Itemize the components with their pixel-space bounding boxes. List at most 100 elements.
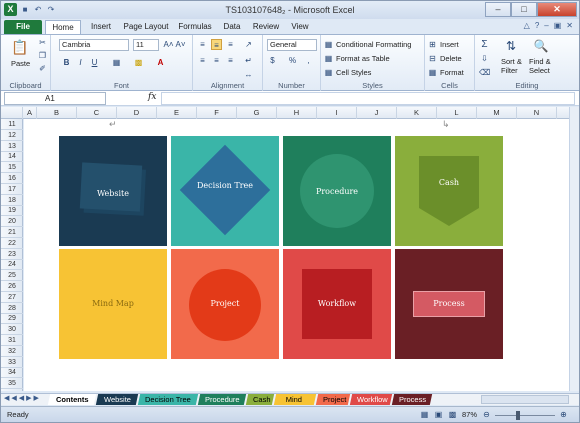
row-header-15[interactable]: 15	[1, 162, 23, 174]
tile-procedure[interactable]: Procedure	[283, 136, 391, 246]
tab-file[interactable]: File	[4, 20, 42, 34]
row-header-26[interactable]: 26	[1, 281, 23, 292]
row-header-35[interactable]: 35	[1, 378, 23, 390]
copy-icon[interactable]: ❐	[37, 50, 48, 61]
column-header-h[interactable]: H	[277, 107, 317, 119]
currency-button[interactable]: $	[267, 55, 278, 66]
wrap-text-icon[interactable]: ↵	[243, 55, 254, 66]
row-header-13[interactable]: 13	[1, 141, 23, 152]
number-format-select[interactable]: General	[267, 39, 317, 51]
tab-insert[interactable]: Insert	[85, 20, 117, 34]
row-header-21[interactable]: 21	[1, 227, 23, 238]
tile-project[interactable]: Project	[171, 249, 279, 359]
row-header-23[interactable]: 23	[1, 249, 23, 260]
column-header-d[interactable]: D	[117, 107, 157, 119]
row-header-29[interactable]: 29	[1, 313, 23, 325]
comma-button[interactable]: ,	[303, 55, 314, 66]
sheet-tab-contents[interactable]: Contents	[47, 394, 97, 405]
filter-button[interactable]: Filter	[501, 66, 518, 75]
tile-workflow[interactable]: Workflow	[283, 249, 391, 359]
align-center-icon[interactable]: ≡	[211, 55, 222, 66]
percent-button[interactable]: %	[287, 55, 298, 66]
worksheet-grid[interactable]: ↵ ↳ Website Decision Tree Procedure Cash…	[24, 119, 570, 391]
tile-process[interactable]: Process	[395, 249, 503, 359]
workbook-minimize-icon[interactable]: –	[544, 21, 548, 30]
row-header-16[interactable]: 16	[1, 173, 23, 184]
tab-review[interactable]: Review	[249, 20, 283, 34]
sheet-tab-workflow[interactable]: Workflow	[349, 394, 393, 405]
column-header-f[interactable]: F	[197, 107, 237, 119]
row-header-34[interactable]: 34	[1, 367, 23, 379]
paste-button[interactable]: Paste	[11, 59, 30, 68]
tile-mind-map[interactable]: Mind Map	[59, 249, 167, 359]
page-layout-view-icon[interactable]: ▣	[433, 409, 444, 420]
font-name-select[interactable]: Cambria	[59, 39, 129, 51]
row-header-20[interactable]: 20	[1, 216, 23, 228]
find-button[interactable]: Find &	[529, 57, 551, 66]
cell-styles-button[interactable]: Cell Styles	[336, 68, 371, 77]
tab-formulas[interactable]: Formulas	[175, 20, 215, 34]
italic-button[interactable]: I	[75, 57, 86, 68]
sheet-tab-project[interactable]: Project	[315, 394, 351, 405]
merge-center-icon[interactable]: ↔	[243, 69, 254, 80]
row-header-27[interactable]: 27	[1, 292, 23, 303]
column-header-i[interactable]: I	[317, 107, 357, 119]
tab-page-layout[interactable]: Page Layout	[121, 20, 171, 34]
conditional-formatting-button[interactable]: Conditional Formatting	[336, 40, 411, 49]
help-icon[interactable]: ?	[535, 21, 539, 30]
borders-icon[interactable]: ▦	[111, 57, 122, 68]
column-header-c[interactable]: C	[77, 107, 117, 119]
align-top-icon[interactable]: ≡	[197, 39, 208, 50]
autosum-button[interactable]: Σ	[479, 39, 490, 50]
insert-function-icon[interactable]: fx	[148, 92, 156, 102]
tile-decision-tree[interactable]: Decision Tree	[171, 136, 279, 246]
fill-icon[interactable]: ⇩	[479, 53, 490, 64]
minimize-button[interactable]: –	[485, 2, 511, 17]
orientation-icon[interactable]: ↗	[243, 39, 254, 50]
format-as-table-button[interactable]: Format as Table	[336, 54, 390, 63]
zoom-level[interactable]: 87%	[462, 410, 477, 419]
row-header-12[interactable]: 12	[1, 130, 23, 141]
row-header-25[interactable]: 25	[1, 270, 23, 282]
align-left-icon[interactable]: ≡	[197, 55, 208, 66]
column-header-n[interactable]: N	[517, 107, 557, 119]
page-break-view-icon[interactable]: ▩	[447, 409, 458, 420]
maximize-button[interactable]: □	[511, 2, 537, 17]
select-button[interactable]: Select	[529, 66, 550, 75]
row-header-18[interactable]: 18	[1, 195, 23, 206]
format-painter-icon[interactable]: ✐	[37, 63, 48, 74]
select-all-corner[interactable]	[1, 107, 23, 119]
tile-website[interactable]: Website	[59, 136, 167, 246]
column-header-j[interactable]: J	[357, 107, 397, 119]
formula-input[interactable]	[161, 92, 575, 105]
insert-cells-button[interactable]: Insert	[440, 40, 459, 49]
font-size-select[interactable]: 11	[133, 39, 159, 51]
align-bottom-icon[interactable]: ≡	[225, 39, 236, 50]
sheet-tab-website[interactable]: Website	[95, 394, 139, 405]
zoom-slider-track[interactable]	[495, 415, 555, 416]
row-header-14[interactable]: 14	[1, 151, 23, 163]
workbook-close-icon[interactable]: ✕	[566, 21, 573, 30]
tile-cash[interactable]: Cash	[395, 136, 503, 246]
column-header-a[interactable]: A	[23, 107, 37, 119]
cut-icon[interactable]: ✂	[37, 37, 48, 48]
underline-button[interactable]: U	[89, 57, 100, 68]
delete-cells-button[interactable]: Delete	[440, 54, 462, 63]
row-header-31[interactable]: 31	[1, 335, 23, 346]
column-header-e[interactable]: E	[157, 107, 197, 119]
row-header-17[interactable]: 17	[1, 184, 23, 195]
sheet-nav-icons[interactable]: ◀◀◀▶▶	[4, 394, 41, 402]
zoom-slider-thumb[interactable]	[516, 411, 520, 420]
format-cells-button[interactable]: Format	[440, 68, 464, 77]
tab-data[interactable]: Data	[219, 20, 245, 34]
tab-home[interactable]: Home	[45, 20, 81, 34]
horizontal-scrollbar[interactable]	[481, 395, 569, 404]
shrink-font-button[interactable]: A˅	[175, 39, 186, 50]
row-header-11[interactable]: 11	[1, 119, 23, 130]
sheet-tab-decision-tree[interactable]: Decision Tree	[137, 394, 199, 405]
row-header-24[interactable]: 24	[1, 259, 23, 271]
row-header-22[interactable]: 22	[1, 238, 23, 249]
sheet-tab-procedure[interactable]: Procedure	[197, 394, 247, 405]
align-right-icon[interactable]: ≡	[225, 55, 236, 66]
sheet-tab-mind-map[interactable]: Mind Map	[273, 394, 317, 415]
